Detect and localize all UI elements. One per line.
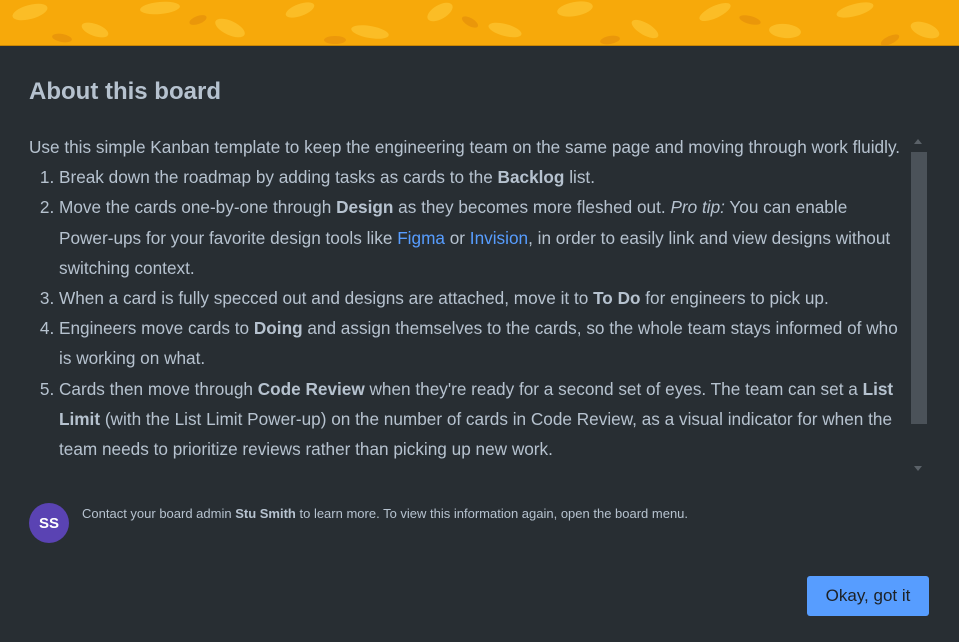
step-item: Move the cards one-by-one through Design… — [59, 192, 901, 283]
step-item: Break down the roadmap by adding tasks a… — [59, 162, 901, 192]
step-item: Engineers move cards to Doing and assign… — [59, 313, 901, 373]
dialog-title: About this board — [29, 78, 221, 105]
scrollbar-thumb[interactable] — [911, 152, 927, 424]
steps-list: Break down the roadmap by adding tasks a… — [29, 162, 901, 464]
admin-avatar[interactable]: SS — [29, 503, 69, 543]
figma-link[interactable]: Figma — [397, 228, 445, 248]
description-scrollbar[interactable] — [910, 136, 927, 476]
leopard-pattern-graphic — [0, 0, 959, 45]
step-item: Cards then move through Code Review when… — [59, 374, 901, 465]
invision-link[interactable]: Invision — [470, 228, 528, 248]
description-intro: Use this simple Kanban template to keep … — [29, 137, 901, 157]
admin-name: Stu Smith — [235, 506, 296, 521]
admin-contact-row: SS Contact your board admin Stu Smith to… — [29, 503, 909, 545]
about-board-dialog: About this board Use this simple Kanban … — [0, 0, 959, 642]
scroll-down-arrow-icon[interactable] — [914, 466, 922, 471]
okay-got-it-button[interactable]: Okay, got it — [807, 576, 929, 616]
scroll-up-arrow-icon[interactable] — [914, 139, 922, 144]
board-description[interactable]: Use this simple Kanban template to keep … — [29, 132, 901, 480]
step-item: When a card is fully specced out and des… — [59, 283, 901, 313]
header-banner-pattern — [0, 0, 959, 46]
admin-contact-text: Contact your board admin Stu Smith to le… — [82, 506, 689, 521]
